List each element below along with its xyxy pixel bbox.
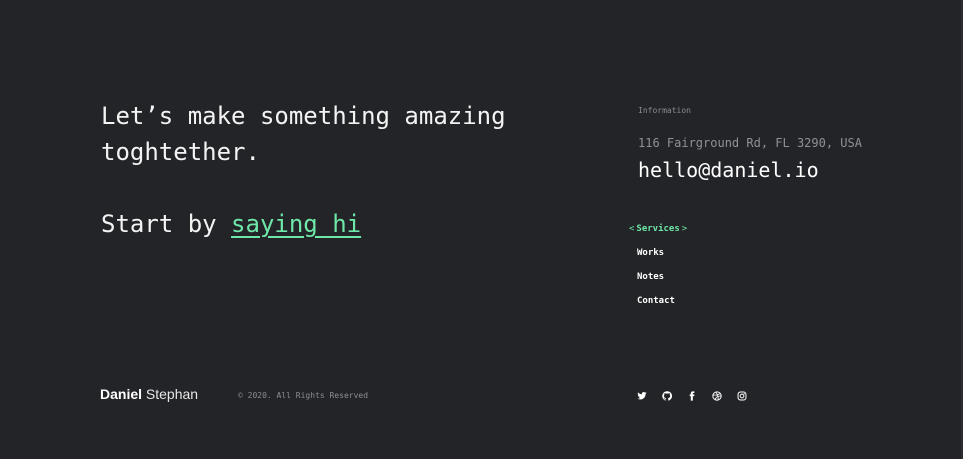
hero-cta: Start by saying hi	[101, 206, 361, 242]
saying-hi-link[interactable]: saying hi	[231, 210, 361, 238]
information-label: Information	[638, 106, 691, 115]
nav-item-label: Services	[636, 224, 680, 234]
nav-active-open: <	[629, 224, 635, 234]
footer-nav: < Services > Works Notes Contact	[627, 223, 689, 319]
nav-item-label: Works	[637, 248, 665, 258]
social-links	[637, 391, 747, 401]
cta-prefix: Start by	[101, 210, 232, 238]
copyright-text: © 2020. All Rights Reserved	[238, 391, 369, 400]
github-icon[interactable]	[662, 391, 672, 401]
nav-active-close: >	[681, 224, 688, 234]
nav-item-services[interactable]: < Services >	[627, 223, 689, 247]
hero-headline: Let’s make something amazing toghtether.	[101, 102, 506, 166]
twitter-icon[interactable]	[637, 391, 647, 401]
nav-item-works[interactable]: Works	[627, 247, 689, 271]
nav-item-label: Contact	[637, 296, 675, 306]
nav-item-contact[interactable]: Contact	[627, 295, 689, 319]
brand-first-name: Daniel	[100, 386, 143, 402]
email-link[interactable]: hello@daniel.io	[638, 158, 819, 182]
brand-logo[interactable]: Daniel Stephan	[100, 386, 198, 402]
nav-item-label: Notes	[637, 272, 665, 282]
dribbble-icon[interactable]	[712, 391, 722, 401]
nav-item-notes[interactable]: Notes	[627, 271, 689, 295]
instagram-icon[interactable]	[737, 391, 747, 401]
brand-last-name: Stephan	[145, 386, 199, 402]
address-text: 116 Fairground Rd, FL 3290, USA	[638, 136, 862, 150]
facebook-icon[interactable]	[687, 391, 697, 401]
